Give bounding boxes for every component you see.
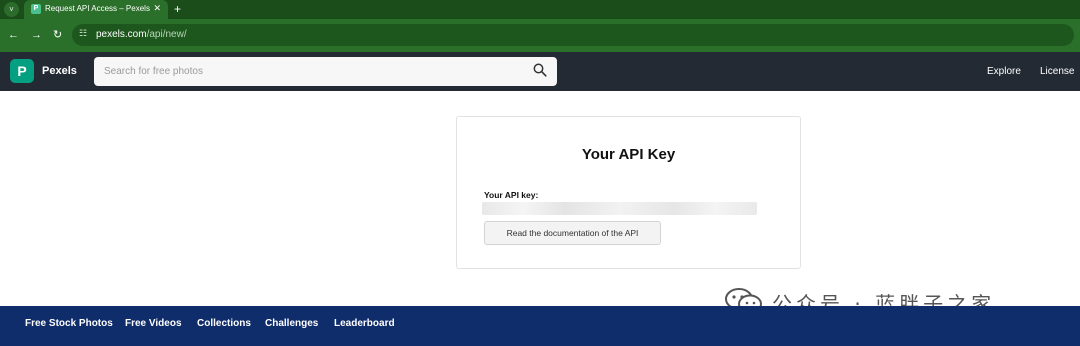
nav-license-link[interactable]: License bbox=[1040, 66, 1074, 77]
search-input[interactable] bbox=[104, 63, 524, 80]
pexels-logo-icon[interactable]: P bbox=[10, 59, 34, 83]
api-key-value-redacted bbox=[482, 202, 757, 215]
nav-explore-link[interactable]: Explore bbox=[987, 66, 1021, 77]
footer-link-free-videos[interactable]: Free Videos bbox=[125, 318, 182, 329]
url-text[interactable]: pexels.com/api/new/ bbox=[96, 29, 187, 40]
footer-link-leaderboard[interactable]: Leaderboard bbox=[334, 318, 395, 329]
page-title: Your API Key bbox=[581, 146, 676, 163]
browser-toolbar: ← → ↻ ☷ pexels.com/api/new/ bbox=[0, 19, 1080, 52]
tab-title: Request API Access – Pexels bbox=[45, 4, 150, 13]
browser-tab[interactable]: P Request API Access – Pexels ✕ bbox=[24, 0, 168, 19]
url-host: pexels.com bbox=[96, 29, 147, 40]
browser-tab-strip: ˅ P Request API Access – Pexels ✕ + bbox=[0, 0, 1080, 19]
new-tab-icon[interactable]: + bbox=[174, 2, 181, 16]
api-key-label: Your API key: bbox=[484, 190, 539, 200]
api-key-card: Your API Key Your API key: Read the docu… bbox=[456, 116, 801, 269]
tab-search-icon[interactable]: ˅ bbox=[4, 2, 19, 17]
back-icon[interactable]: ← bbox=[8, 28, 19, 42]
site-header: P Pexels Explore License bbox=[0, 52, 1080, 91]
read-documentation-button[interactable]: Read the documentation of the API bbox=[484, 221, 661, 245]
close-tab-icon[interactable]: ✕ bbox=[153, 3, 161, 14]
footer-link-collections[interactable]: Collections bbox=[197, 318, 251, 329]
pexels-favicon-icon: P bbox=[31, 4, 41, 14]
footer-link-free-stock-photos[interactable]: Free Stock Photos bbox=[25, 318, 113, 329]
search-bar bbox=[94, 57, 557, 86]
logo-text[interactable]: Pexels bbox=[42, 65, 77, 77]
footer-link-challenges[interactable]: Challenges bbox=[265, 318, 318, 329]
forward-icon[interactable]: → bbox=[31, 28, 42, 42]
search-icon[interactable] bbox=[533, 63, 547, 77]
footer-nav: Free Stock Photos Free Videos Collection… bbox=[0, 306, 1080, 346]
site-info-icon[interactable]: ☷ bbox=[79, 28, 87, 39]
url-path: /api/new/ bbox=[146, 29, 187, 40]
reload-icon[interactable]: ↻ bbox=[53, 28, 62, 42]
address-bar[interactable]: ☷ pexels.com/api/new/ bbox=[72, 24, 1074, 46]
